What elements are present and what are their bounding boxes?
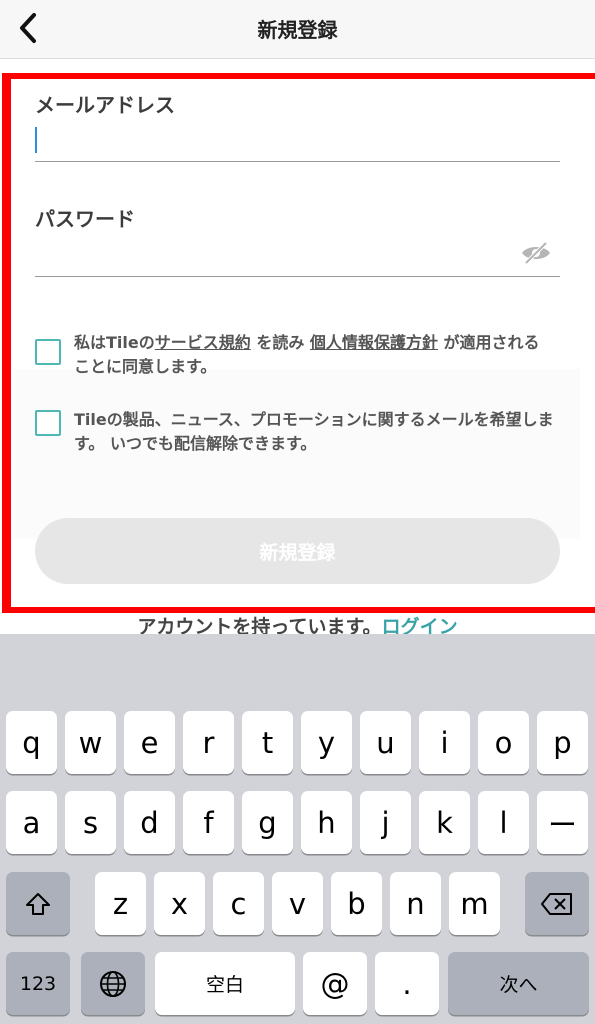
key-v[interactable]: v	[272, 872, 323, 935]
globe-icon	[100, 970, 126, 997]
key-long-vowel[interactable]: ー	[537, 791, 588, 854]
terms-agreement-text: 私はTileのサービス規約 を読み 個人情報保護方針 が適用されることに同意しま…	[74, 331, 554, 379]
key-d[interactable]: d	[124, 791, 175, 854]
email-label: メールアドレス	[35, 93, 175, 117]
password-label: パスワード	[35, 207, 135, 231]
privacy-policy-link[interactable]: 個人情報保護方針	[310, 333, 438, 352]
key-z[interactable]: z	[95, 872, 146, 935]
page-title: 新規登録	[257, 18, 338, 42]
key-q[interactable]: q	[6, 711, 57, 774]
key-w[interactable]: w	[65, 711, 116, 774]
keyboard: q w e r t y u i o p a s d f g h j k l ー …	[0, 634, 595, 1024]
key-l[interactable]: l	[478, 791, 529, 854]
space-key[interactable]: 空白	[155, 952, 295, 1015]
signup-form: メールアドレス パスワード 私はTileのサービス規約 を読み 個人情報保護方針…	[0, 59, 595, 638]
key-i[interactable]: i	[419, 711, 470, 774]
key-e[interactable]: e	[124, 711, 175, 774]
nav-header: 新規登録	[0, 0, 595, 59]
at-key[interactable]: @	[303, 952, 367, 1015]
eye-slash-icon[interactable]	[520, 240, 552, 266]
key-r[interactable]: r	[183, 711, 234, 774]
delete-icon	[541, 892, 572, 915]
numbers-key[interactable]: 123	[6, 952, 70, 1015]
key-n[interactable]: n	[390, 872, 441, 935]
key-h[interactable]: h	[301, 791, 352, 854]
globe-key[interactable]	[81, 952, 145, 1015]
key-o[interactable]: o	[478, 711, 529, 774]
key-a[interactable]: a	[6, 791, 57, 854]
signup-button[interactable]: 新規登録	[35, 518, 560, 584]
delete-key[interactable]	[525, 872, 589, 935]
text-caret	[35, 127, 37, 153]
key-p[interactable]: p	[537, 711, 588, 774]
terms-checkbox[interactable]	[35, 339, 61, 365]
key-b[interactable]: b	[331, 872, 382, 935]
terms-of-service-link[interactable]: サービス規約	[155, 333, 251, 352]
email-field[interactable]	[35, 117, 560, 162]
key-s[interactable]: s	[65, 791, 116, 854]
key-x[interactable]: x	[154, 872, 205, 935]
key-t[interactable]: t	[242, 711, 293, 774]
key-f[interactable]: f	[183, 791, 234, 854]
next-key[interactable]: 次へ	[448, 952, 589, 1015]
key-k[interactable]: k	[419, 791, 470, 854]
shift-icon	[26, 892, 50, 915]
password-field[interactable]	[35, 232, 560, 277]
dot-key[interactable]: .	[375, 952, 439, 1015]
newsletter-text: Tileの製品、ニュース、プロモーションに関するメールを希望します。 いつでも配…	[74, 410, 554, 453]
key-g[interactable]: g	[242, 791, 293, 854]
terms-prefix: 私はTileの	[74, 333, 155, 352]
key-y[interactable]: y	[301, 711, 352, 774]
key-m[interactable]: m	[449, 872, 500, 935]
key-u[interactable]: u	[360, 711, 411, 774]
newsletter-checkbox[interactable]	[35, 410, 61, 436]
key-c[interactable]: c	[213, 872, 264, 935]
key-j[interactable]: j	[360, 791, 411, 854]
terms-middle: を読み	[250, 333, 310, 352]
shift-key[interactable]	[6, 872, 70, 935]
